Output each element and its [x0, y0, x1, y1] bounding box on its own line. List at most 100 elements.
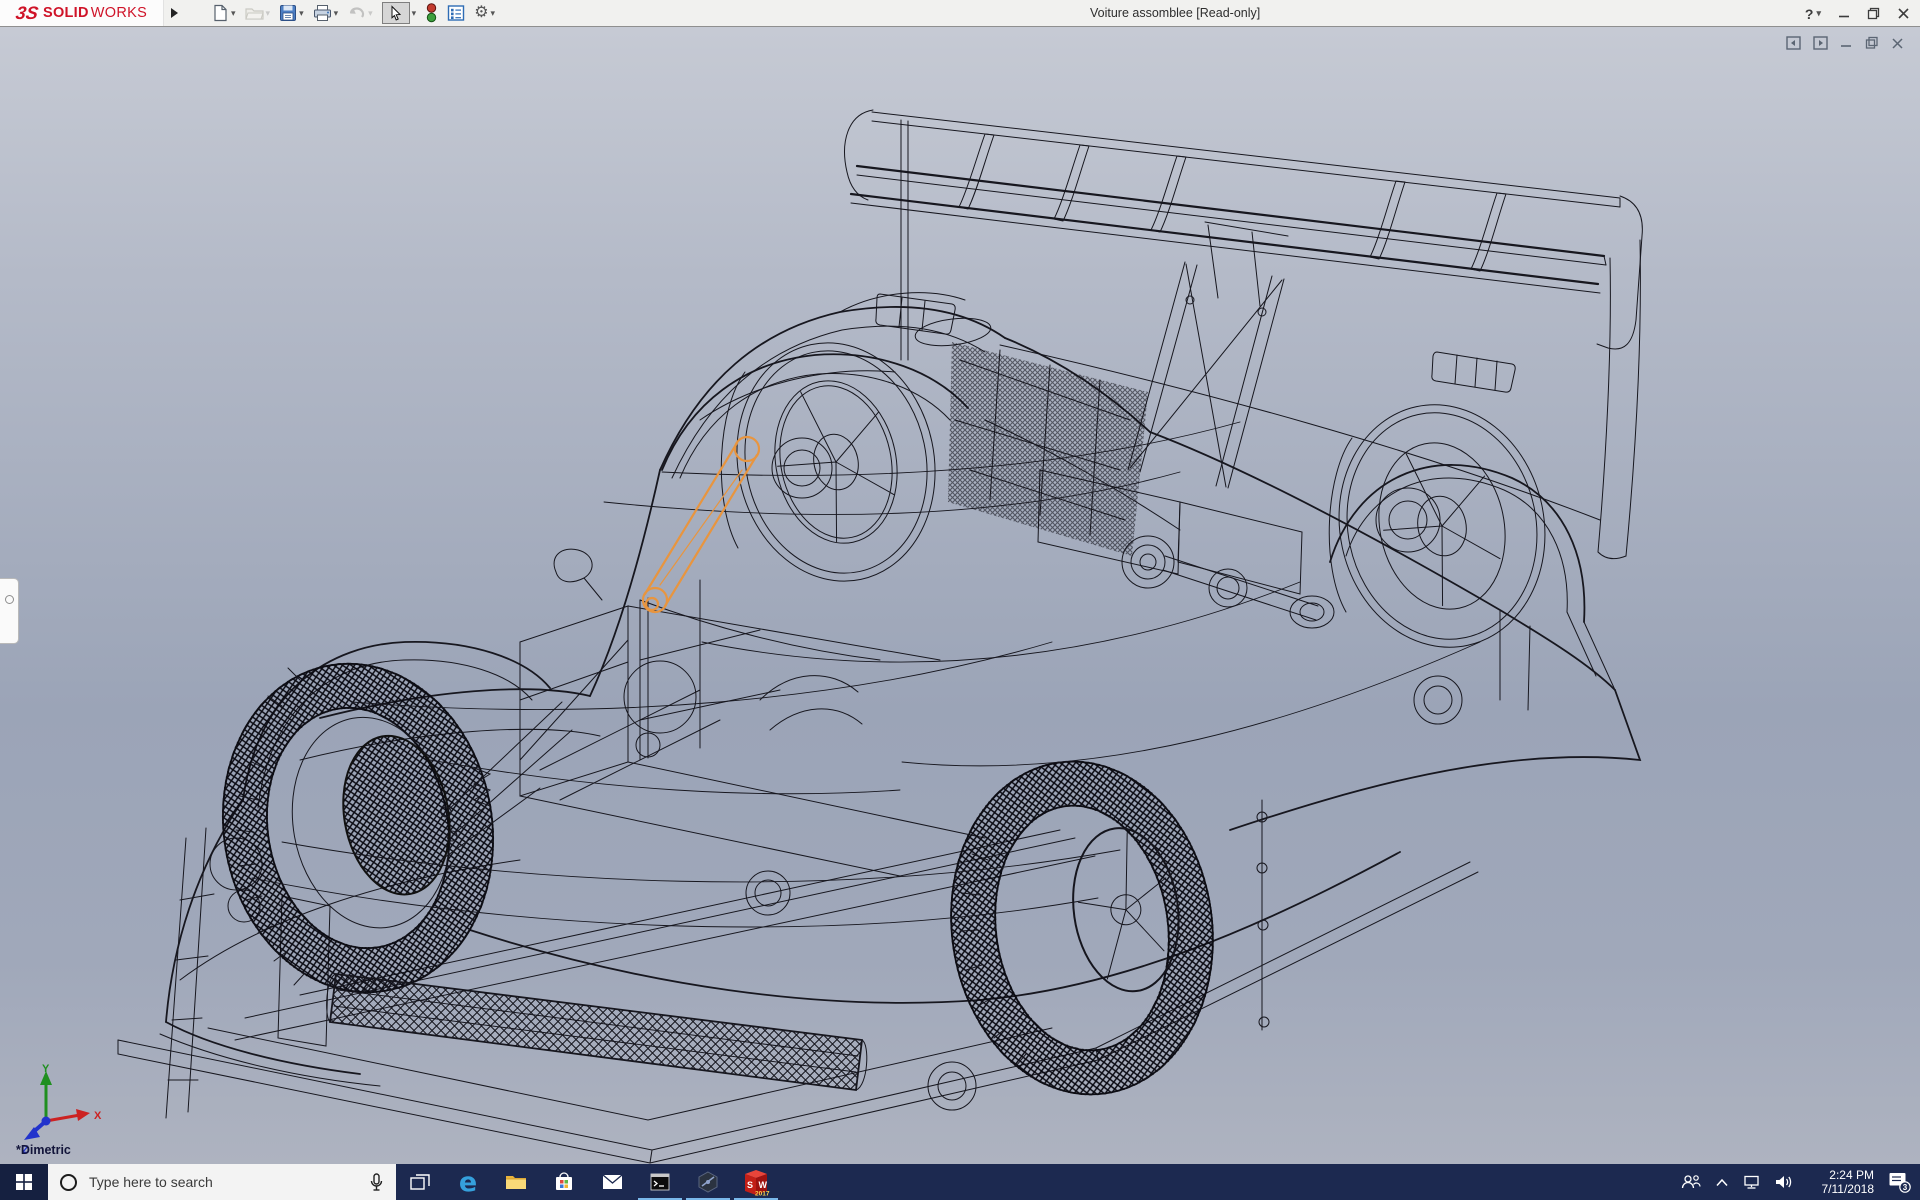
triad-y-label: Y [42, 1063, 50, 1075]
system-tray: 2:24 PM 7/11/2018 3 [1681, 1164, 1920, 1200]
open-folder-icon [245, 4, 264, 22]
minimize-button[interactable] [1838, 8, 1850, 20]
graphics-viewport[interactable]: Y X Z *Dimetric [0, 27, 1920, 1164]
quick-access-toolbar: ▾ ▾ ▾ ▾ [208, 1, 498, 25]
notification-count: 3 [1903, 1183, 1908, 1192]
clock-time: 2:24 PM [1808, 1168, 1874, 1182]
dropdown-caret-icon[interactable]: ▾ [334, 9, 339, 18]
rebuild-button[interactable] [422, 1, 441, 25]
command-prompt-icon [650, 1173, 670, 1191]
menu-flyout-arrow-icon[interactable] [171, 8, 178, 18]
expand-panel-icon [5, 595, 14, 604]
properties-list-icon [447, 4, 465, 22]
feature-manager-collapsed-tab[interactable] [0, 578, 19, 644]
mail-button[interactable] [588, 1164, 636, 1200]
close-button[interactable] [1897, 7, 1910, 20]
engine-cluster [624, 342, 1462, 1110]
view-orientation-label: *Dimetric [16, 1143, 71, 1157]
triad-x-label: X [94, 1110, 102, 1122]
taskbar-apps: e [396, 1164, 780, 1200]
brand-works: WORKS [91, 5, 147, 21]
clock-date: 7/11/2018 [1808, 1182, 1874, 1196]
microsoft-store-button[interactable] [540, 1164, 588, 1200]
edge-icon: e [459, 1169, 477, 1196]
selected-component-highlight[interactable] [643, 437, 759, 612]
save-button[interactable]: ▾ [276, 1, 307, 25]
dropdown-caret-icon[interactable]: ▾ [266, 9, 271, 18]
front-mesh-intake [327, 974, 867, 1090]
help-icon: ? [1805, 6, 1814, 22]
mail-icon [602, 1174, 623, 1190]
minimize-doc-button[interactable] [1840, 37, 1853, 50]
brand-solid: SOLID [43, 5, 89, 21]
window-controls: ? ▾ [1805, 0, 1910, 27]
undo-button[interactable]: ▾ [344, 1, 376, 25]
dropdown-caret-icon[interactable]: ▾ [231, 9, 236, 18]
pane-right-button[interactable] [1813, 36, 1828, 50]
select-tool-button[interactable]: ▾ [379, 1, 420, 25]
search-input[interactable] [87, 1173, 359, 1191]
cabin-details [554, 293, 965, 660]
traffic-light-icon [425, 3, 438, 23]
microsoft-edge-button[interactable]: e [444, 1164, 492, 1200]
restore-button[interactable] [1867, 7, 1880, 20]
title-bar: 3S SOLID WORKS ▾ ▾ ▾ [0, 0, 1920, 27]
mixed-reality-viewer-icon [697, 1171, 719, 1193]
solidworks-logo: 3S SOLID WORKS [0, 0, 164, 26]
cursor-arrow-icon [388, 5, 404, 21]
print-button[interactable]: ▾ [310, 1, 342, 25]
solidworks-2017-icon: S W 2017 [741, 1167, 771, 1197]
taskbar-search[interactable] [48, 1164, 396, 1200]
dropdown-caret-icon[interactable]: ▾ [368, 9, 373, 18]
pane-left-button[interactable] [1786, 36, 1801, 50]
chevron-up-icon[interactable] [1715, 1178, 1729, 1187]
task-view-button[interactable] [396, 1164, 444, 1200]
orientation-triad: Y X Z [16, 1063, 112, 1155]
print-icon [313, 4, 332, 22]
document-window-controls [1786, 36, 1904, 50]
action-center-icon[interactable]: 3 [1888, 1171, 1912, 1193]
restore-doc-button[interactable] [1865, 36, 1879, 50]
options-button[interactable]: ⚙ ▾ [471, 1, 498, 25]
command-prompt-button[interactable] [636, 1164, 684, 1200]
dropdown-caret-icon[interactable]: ▾ [299, 9, 304, 18]
microphone-icon[interactable] [369, 1173, 384, 1192]
solidworks-2017-button[interactable]: S W 2017 [732, 1164, 780, 1200]
rear-left-wheel [930, 745, 1234, 1112]
select-tool-active-frame [382, 2, 410, 24]
save-floppy-icon [279, 4, 297, 22]
new-document-icon [211, 4, 229, 22]
cortana-icon[interactable] [60, 1174, 77, 1191]
store-icon [554, 1172, 574, 1192]
dropdown-caret-icon[interactable]: ▾ [1816, 9, 1821, 18]
start-button[interactable] [0, 1164, 48, 1200]
dropdown-caret-icon[interactable]: ▾ [491, 9, 496, 18]
windows-taskbar: e [0, 1164, 1920, 1200]
open-document-button[interactable]: ▾ [242, 1, 274, 25]
wireframe-car [118, 110, 1642, 1163]
volume-icon[interactable] [1775, 1174, 1794, 1190]
rear-right-brake [1376, 488, 1440, 552]
taskbar-clock[interactable]: 2:24 PM 7/11/2018 [1808, 1168, 1874, 1196]
mixed-reality-viewer-button[interactable] [684, 1164, 732, 1200]
windows-logo-icon [16, 1174, 32, 1190]
sw-letter-w: W [759, 1180, 768, 1190]
help-button[interactable]: ? ▾ [1805, 6, 1821, 22]
close-doc-button[interactable] [1891, 37, 1904, 50]
sw-year-badge: 2017 [755, 1191, 770, 1198]
task-view-icon [410, 1173, 430, 1191]
wireframe-car-drawing[interactable] [0, 27, 1920, 1164]
file-explorer-button[interactable] [492, 1164, 540, 1200]
gear-icon: ⚙ [474, 5, 488, 21]
sw-letter-s: S [747, 1180, 753, 1190]
front-right-wheel [715, 324, 957, 600]
undo-arrow-icon [347, 4, 366, 22]
dassault-3s-icon: 3S [14, 3, 40, 24]
people-icon[interactable] [1681, 1174, 1701, 1190]
network-icon[interactable] [1743, 1175, 1761, 1190]
rear-right-wheel [1317, 385, 1567, 666]
dropdown-caret-icon[interactable]: ▾ [412, 9, 417, 18]
display-settings-button[interactable] [444, 1, 468, 25]
file-explorer-icon [505, 1173, 527, 1191]
new-document-button[interactable]: ▾ [208, 1, 239, 25]
